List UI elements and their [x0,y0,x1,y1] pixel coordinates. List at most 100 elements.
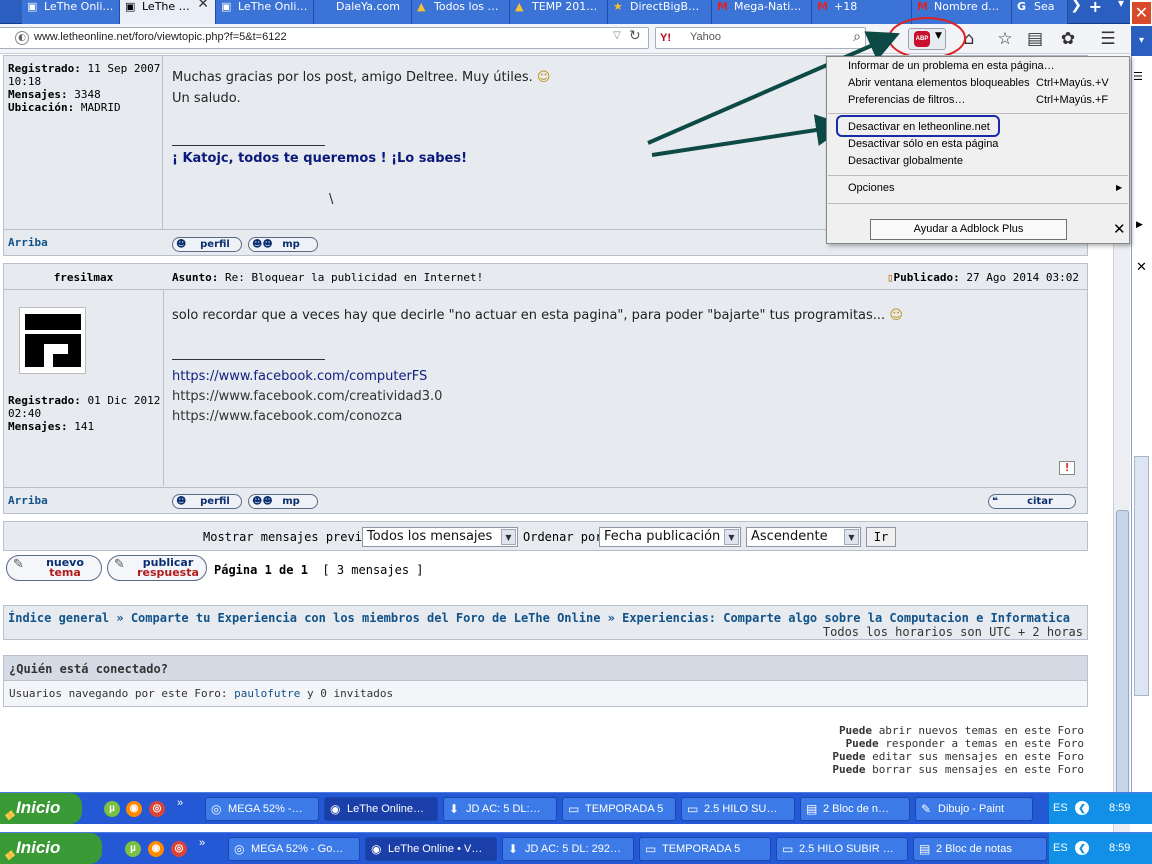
show-messages-select[interactable]: Todos los mensajes ▼ [362,527,518,547]
pm-button[interactable]: ☻☻ mp [248,237,318,252]
chevron-right-icon[interactable]: ▶ [1136,220,1143,230]
task-hilo[interactable]: ▭ 2.5 HILO SUBIR … [776,837,908,861]
facebook-link-3[interactable]: https://www.facebook.com/conozca [172,409,402,424]
profile-button[interactable]: ☻ perfil [172,237,242,252]
tray-expand-icon[interactable]: ❮ [1075,801,1089,815]
tab-scroll-right-icon[interactable]: ❯ [1070,0,1082,13]
reload-icon[interactable]: ↻ [629,28,641,44]
task-mega[interactable]: ◎ MEGA 52% - Go… [228,837,360,861]
mega-icon: M [917,0,928,13]
url-bar[interactable]: ◐ www.letheonline.net/foro/viewtopic.php… [0,27,649,49]
tab-list-icon[interactable]: ▾ [1118,0,1124,10]
tab-label: LeThe Onli… [44,0,114,13]
background-scrollbar[interactable] [1134,456,1149,696]
tab-label: +18 [834,0,858,13]
task-paint[interactable]: ✎ Dibujo - Paint [915,797,1033,821]
site-identity-icon[interactable]: ◐ [15,31,29,45]
users-icon: ☻☻ [252,496,273,507]
tab-plus18[interactable]: M +18 [812,0,912,24]
task-lethe[interactable]: ◉ LeThe Online • V… [365,837,497,861]
hamburger-menu-icon[interactable]: ☰ [1096,27,1120,51]
post-author[interactable]: fresilmax [4,271,163,284]
facebook-link-2[interactable]: https://www.facebook.com/creatividad3.0 [172,389,442,404]
search-icon[interactable]: ⌕ [853,29,861,45]
order-by-select[interactable]: Fecha publicación ▼ [599,527,741,547]
window-side-dropdown-icon[interactable]: ▾ [1131,26,1152,56]
facebook-link-1[interactable]: https://www.facebook.com/computerFS [172,369,427,384]
task-mega[interactable]: ◎ MEGA 52% -… [205,797,319,821]
start-button[interactable]: ❖ Inicio [0,833,102,864]
report-post-icon[interactable]: ! [1059,461,1075,475]
post-reply-button[interactable]: ✎ publicar respuesta [107,555,207,581]
task-temporada[interactable]: ▭ TEMPORADA 5 [562,797,676,821]
clock[interactable]: 8:59 [1109,802,1130,814]
tab-temp[interactable]: ▲ TEMP 201… [510,0,608,24]
new-tab-icon[interactable]: + [1089,0,1102,16]
menu-icon[interactable]: ☰ [1133,70,1143,83]
go-button[interactable]: Ir [866,527,896,547]
utorrent-icon[interactable]: µ [125,841,141,857]
direction-select[interactable]: Ascendente ▼ [746,527,861,547]
language-indicator[interactable]: ES [1053,842,1068,854]
clock[interactable]: 8:59 [1109,842,1130,854]
task-notepad[interactable]: ▤ 2 Bloc de notas [913,837,1047,861]
profile-button[interactable]: ☻ perfil [172,494,242,509]
firefox-icon[interactable]: ◉ [126,801,142,817]
task-hilo[interactable]: ▭ 2.5 HILO SU… [681,797,795,821]
search-input[interactable]: Yahoo [690,31,721,43]
help-adblock-button[interactable]: Ayudar a Adblock Plus [870,219,1067,240]
tab-search[interactable]: G Sea [1012,0,1068,24]
quicklaunch-more-icon[interactable]: » [199,837,205,849]
back-to-top-link[interactable]: Arriba [8,494,48,507]
quote-button[interactable]: ❝ citar [988,494,1076,509]
task-label: TEMPORADA 5 [662,843,741,855]
breadcrumb-links[interactable]: Índice general » Comparte tu Experiencia… [8,611,1070,625]
quicklaunch-more-icon[interactable]: » [177,797,183,809]
online-suffix: y 0 invitados [307,687,394,700]
search-bar[interactable]: Y! Yahoo ⌕ [655,27,866,49]
chrome-icon[interactable]: ◎ [149,801,165,817]
language-indicator[interactable]: ES [1053,802,1068,814]
new-topic-button[interactable]: ✎ nuevo tema [6,555,102,581]
post-body-line2: Un saludo. [172,91,241,106]
tray-expand-icon[interactable]: ❮ [1075,841,1089,855]
firefox-icon[interactable]: ◉ [148,841,164,857]
menu-item-disable-globally[interactable]: Desactivar globalmente [848,153,963,169]
post-icon: ▯ [886,271,894,284]
utorrent-icon[interactable]: µ [104,801,120,817]
tab-lethe-active[interactable]: ▣ LeThe … ✕ [120,0,216,24]
tab-mega-nati[interactable]: M Mega-Nati… [712,0,812,24]
start-button[interactable]: ❖ Inicio [0,793,82,824]
close-tab-icon[interactable]: ✕ [197,0,209,11]
menu-item-filter-preferences[interactable]: Preferencias de filtros… [848,92,965,108]
tab-lethe-3[interactable]: ▣ LeThe Onli… [216,0,314,24]
yahoo-engine-icon[interactable]: Y! [660,32,671,44]
tab-daleya[interactable]: DaleYa.com [314,0,412,24]
online-user-link[interactable]: paulofutre [234,687,300,700]
menu-item-disable-on-page[interactable]: Desactivar sólo en esta página [848,136,998,152]
back-to-top-link[interactable]: Arriba [8,236,48,249]
tab-directbig[interactable]: ★ DirectBigB… [608,0,712,24]
chrome-icon[interactable]: ◎ [171,841,187,857]
new-topic-line2: tema [49,566,81,579]
window-close-button[interactable]: ✕ [1131,1,1152,25]
scroll-thumb[interactable] [1116,510,1129,810]
task-jdownloader[interactable]: ⬇ JD AC: 5 DL: 292… [502,837,634,861]
addon-icon[interactable]: ✿ [1056,27,1080,51]
task-jdownloader[interactable]: ⬇ JD AC: 5 DL:… [443,797,557,821]
menu-item-blockable-items[interactable]: Abrir ventana elementos bloqueables [848,75,1030,91]
task-notepad[interactable]: ▤ 2 Bloc de n… [800,797,910,821]
tab-todos[interactable]: ▲ Todos los … [412,0,510,24]
bookmarks-list-icon[interactable]: ▤ [1023,27,1047,51]
close-icon[interactable]: ✕ [1136,260,1147,275]
task-lethe[interactable]: ◉ LeThe Online… [324,797,438,821]
close-icon[interactable]: ✕ [1113,220,1126,238]
bookmark-star-icon[interactable]: ☆ [993,27,1017,51]
task-temporada[interactable]: ▭ TEMPORADA 5 [639,837,771,861]
menu-item-options[interactable]: Opciones [848,180,894,196]
url-text[interactable]: www.letheonline.net/foro/viewtopic.php?f… [34,31,287,43]
tab-lethe-1[interactable]: ▣ LeThe Onli… [22,0,120,24]
url-history-dropdown-icon[interactable]: ▽ [613,30,621,41]
pm-button[interactable]: ☻☻ mp [248,494,318,509]
menu-item-report-problem[interactable]: Informar de un problema en esta página… [848,58,1055,74]
